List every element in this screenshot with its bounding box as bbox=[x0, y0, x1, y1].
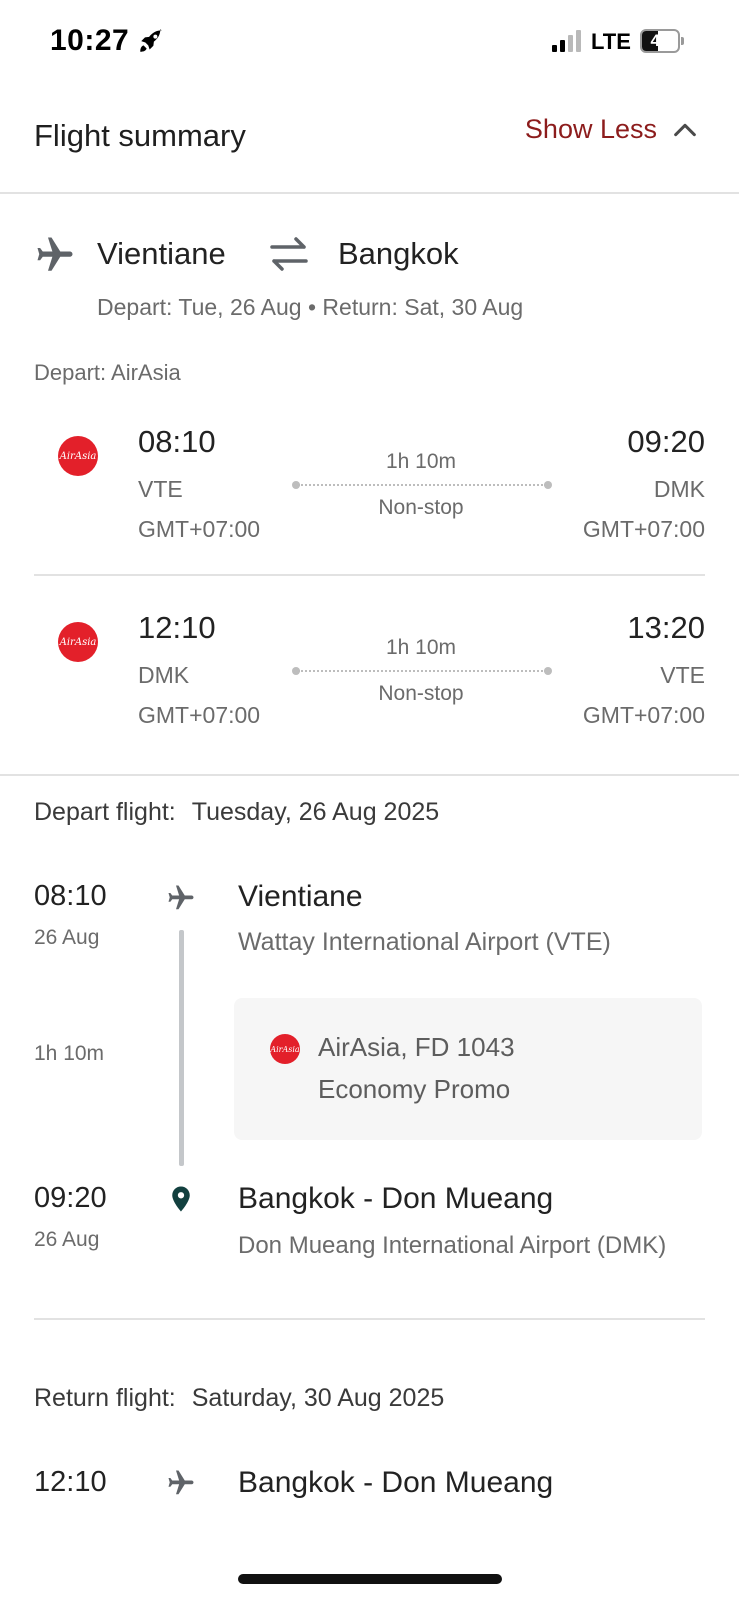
route-overview: Vientiane Bangkok Depart: Tue, 26 Aug • … bbox=[0, 196, 739, 776]
network-type: LTE bbox=[591, 29, 631, 54]
arrival-time: 13:20 bbox=[627, 610, 705, 645]
route-dates: Depart: Tue, 26 Aug • Return: Sat, 30 Au… bbox=[97, 294, 524, 320]
itinerary-arrival-date: 26 Aug bbox=[34, 1228, 100, 1251]
flight-leg-return[interactable]: AirAsia 12:10 DMK GMT+07:00 1h 10m Non-s… bbox=[0, 610, 739, 750]
battery-icon: 44 bbox=[640, 29, 684, 53]
arrival-code: DMK bbox=[653, 476, 705, 502]
itinerary-departure-time: 08:10 bbox=[34, 880, 107, 912]
airline-logo: AirAsia bbox=[58, 436, 98, 476]
return-departure-time: 12:10 bbox=[34, 1466, 107, 1498]
signal-icon bbox=[552, 30, 581, 52]
leg-duration: 1h 10m bbox=[385, 450, 457, 473]
divider bbox=[34, 574, 705, 576]
page-title: Flight summary bbox=[34, 118, 246, 153]
route-line bbox=[292, 481, 552, 489]
rocket-icon bbox=[140, 29, 162, 52]
home-indicator[interactable] bbox=[238, 1574, 502, 1584]
status-bar: 10:27 LTE 44 bbox=[0, 0, 739, 84]
show-less-label: Show Less bbox=[524, 114, 657, 144]
carrier-flight-number: AirAsia, FD 1043 bbox=[318, 1032, 515, 1062]
departure-time: 08:10 bbox=[138, 424, 216, 459]
location-pin-icon bbox=[172, 1186, 190, 1212]
plane-icon bbox=[168, 1470, 194, 1495]
departure-code: DMK bbox=[138, 662, 190, 688]
airline-logo: AirAsia bbox=[58, 622, 98, 662]
depart-airline-label: Depart: AirAsia bbox=[34, 360, 181, 385]
return-flight-date: Saturday, 30 Aug 2025 bbox=[191, 1384, 445, 1412]
status-time: 10:27 bbox=[50, 24, 130, 57]
departure-code: VTE bbox=[138, 476, 183, 502]
depart-flight-label: Depart flight: bbox=[34, 798, 176, 826]
plane-icon bbox=[37, 237, 73, 271]
departure-time: 12:10 bbox=[138, 610, 216, 645]
leg-stops: Non-stop bbox=[378, 496, 464, 519]
summary-header: Flight summary Show Less bbox=[0, 84, 739, 194]
itinerary-departure-city: Vientiane bbox=[238, 880, 363, 913]
leg-stops: Non-stop bbox=[378, 682, 464, 705]
itinerary-departure-date: 26 Aug bbox=[34, 926, 100, 949]
itinerary-duration: 1h 10m bbox=[34, 1042, 105, 1065]
route-line bbox=[292, 667, 552, 675]
departure-timezone: GMT+07:00 bbox=[138, 702, 261, 728]
return-flight-heading: Return flight: Saturday, 30 Aug 2025 bbox=[34, 1384, 444, 1413]
depart-flight-date: Tuesday, 26 Aug 2025 bbox=[191, 798, 440, 826]
chevron-up-icon bbox=[674, 123, 696, 136]
arrival-timezone: GMT+07:00 bbox=[582, 702, 705, 728]
show-less-button[interactable]: Show Less bbox=[525, 114, 699, 145]
route-origin: Vientiane bbox=[97, 236, 226, 271]
plane-icon bbox=[168, 885, 194, 910]
arrival-code: VTE bbox=[660, 662, 705, 688]
flight-leg-outbound[interactable]: AirAsia 08:10 VTE GMT+07:00 1h 10m Non-s… bbox=[0, 424, 739, 564]
route-destination: Bangkok bbox=[338, 236, 459, 271]
divider bbox=[34, 1318, 705, 1320]
itinerary-arrival-time: 09:20 bbox=[34, 1182, 107, 1214]
timeline-line bbox=[179, 930, 184, 1166]
cabin-class: Economy Promo bbox=[318, 1074, 511, 1104]
return-departure-city: Bangkok - Don Mueang bbox=[238, 1466, 554, 1499]
swap-arrows-icon bbox=[270, 237, 308, 271]
return-flight-label: Return flight: bbox=[34, 1384, 176, 1412]
arrival-time: 09:20 bbox=[627, 424, 705, 459]
itinerary-arrival-city: Bangkok - Don Mueang bbox=[238, 1182, 554, 1215]
flight-info-card: AirAsia AirAsia, FD 1043 Economy Promo bbox=[234, 998, 702, 1140]
itinerary-departure-airport: Wattay International Airport (VTE) bbox=[238, 928, 611, 956]
leg-duration: 1h 10m bbox=[385, 636, 457, 659]
depart-flight-heading: Depart flight: Tuesday, 26 Aug 2025 bbox=[34, 798, 439, 827]
itinerary-arrival-airport: Don Mueang International Airport (DMK) bbox=[238, 1232, 667, 1259]
departure-timezone: GMT+07:00 bbox=[138, 516, 261, 542]
airline-logo: AirAsia bbox=[270, 1034, 300, 1064]
arrival-timezone: GMT+07:00 bbox=[582, 516, 705, 542]
battery-level: 44 bbox=[650, 31, 670, 50]
